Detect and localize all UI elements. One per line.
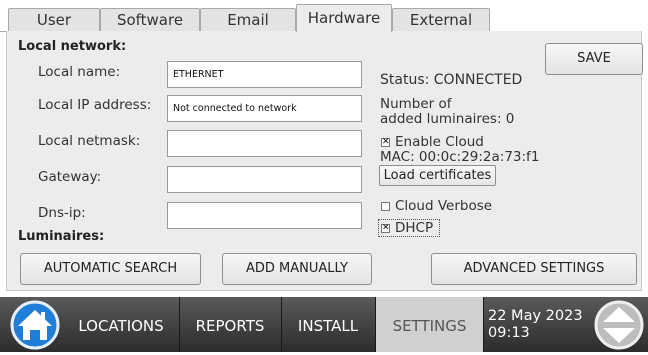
enable-cloud-label: Enable Cloud: [395, 134, 484, 150]
tab-hardware[interactable]: Hardware: [296, 4, 392, 32]
local-netmask-field[interactable]: [167, 130, 362, 157]
tab-external[interactable]: External: [392, 8, 490, 31]
luminaires-heading: Luminaires:: [18, 229, 105, 244]
tab-software[interactable]: Software: [100, 8, 200, 31]
cloud-verbose-checkbox[interactable]: [381, 202, 390, 211]
nav-locations[interactable]: LOCATIONS: [68, 297, 174, 352]
mac-address: MAC: 00:0c:29:2a:73:f1: [380, 149, 540, 165]
datetime-display: 22 May 2023 09:13: [488, 308, 583, 342]
local-netmask-label: Local netmask:: [38, 133, 141, 149]
cloud-verbose-label: Cloud Verbose: [395, 198, 493, 214]
enable-cloud-checkbox[interactable]: ✕: [381, 138, 390, 147]
status-text: Status: CONNECTED: [380, 72, 523, 88]
dhcp-label: DHCP: [395, 220, 434, 236]
nav-reports[interactable]: REPORTS: [180, 297, 280, 352]
load-certificates-button[interactable]: Load certificates: [379, 165, 496, 186]
dns-ip-label: Dns-ip:: [38, 205, 86, 221]
local-ip-field[interactable]: Not connected to network: [167, 95, 362, 122]
date-text: 22 May 2023: [488, 308, 583, 324]
up-down-arrows-icon: [594, 300, 644, 350]
nav-settings[interactable]: SETTINGS: [376, 297, 483, 352]
home-icon: [10, 300, 60, 350]
dhcp-checkbox[interactable]: ✕: [381, 224, 390, 233]
luminaires-count: Number of added luminaires: 0: [380, 97, 514, 127]
add-manually-button[interactable]: ADD MANUALLY: [222, 253, 372, 285]
local-name-field[interactable]: ETHERNET: [167, 61, 362, 88]
local-ip-label: Local IP address:: [38, 97, 152, 113]
time-text: 09:13: [488, 325, 530, 341]
local-name-label: Local name:: [38, 64, 121, 80]
scroll-button[interactable]: [594, 300, 644, 350]
advanced-settings-button[interactable]: ADVANCED SETTINGS: [431, 253, 637, 285]
nav-separator: [483, 297, 484, 352]
gateway-label: Gateway:: [38, 169, 102, 185]
home-button[interactable]: [8, 300, 62, 350]
nav-install[interactable]: INSTALL: [282, 297, 374, 352]
save-button[interactable]: SAVE: [545, 43, 643, 75]
local-network-heading: Local network:: [18, 39, 127, 54]
automatic-search-button[interactable]: AUTOMATIC SEARCH: [20, 253, 201, 285]
tab-user[interactable]: User: [8, 8, 100, 31]
dns-ip-field[interactable]: [167, 202, 362, 229]
tab-strip: User Software Email Hardware External: [0, 0, 648, 32]
tab-email[interactable]: Email: [200, 8, 296, 31]
luminaires-count-line1: Number of: [380, 96, 452, 112]
gateway-field[interactable]: [167, 166, 362, 193]
luminaires-count-line2: added luminaires: 0: [380, 111, 515, 127]
